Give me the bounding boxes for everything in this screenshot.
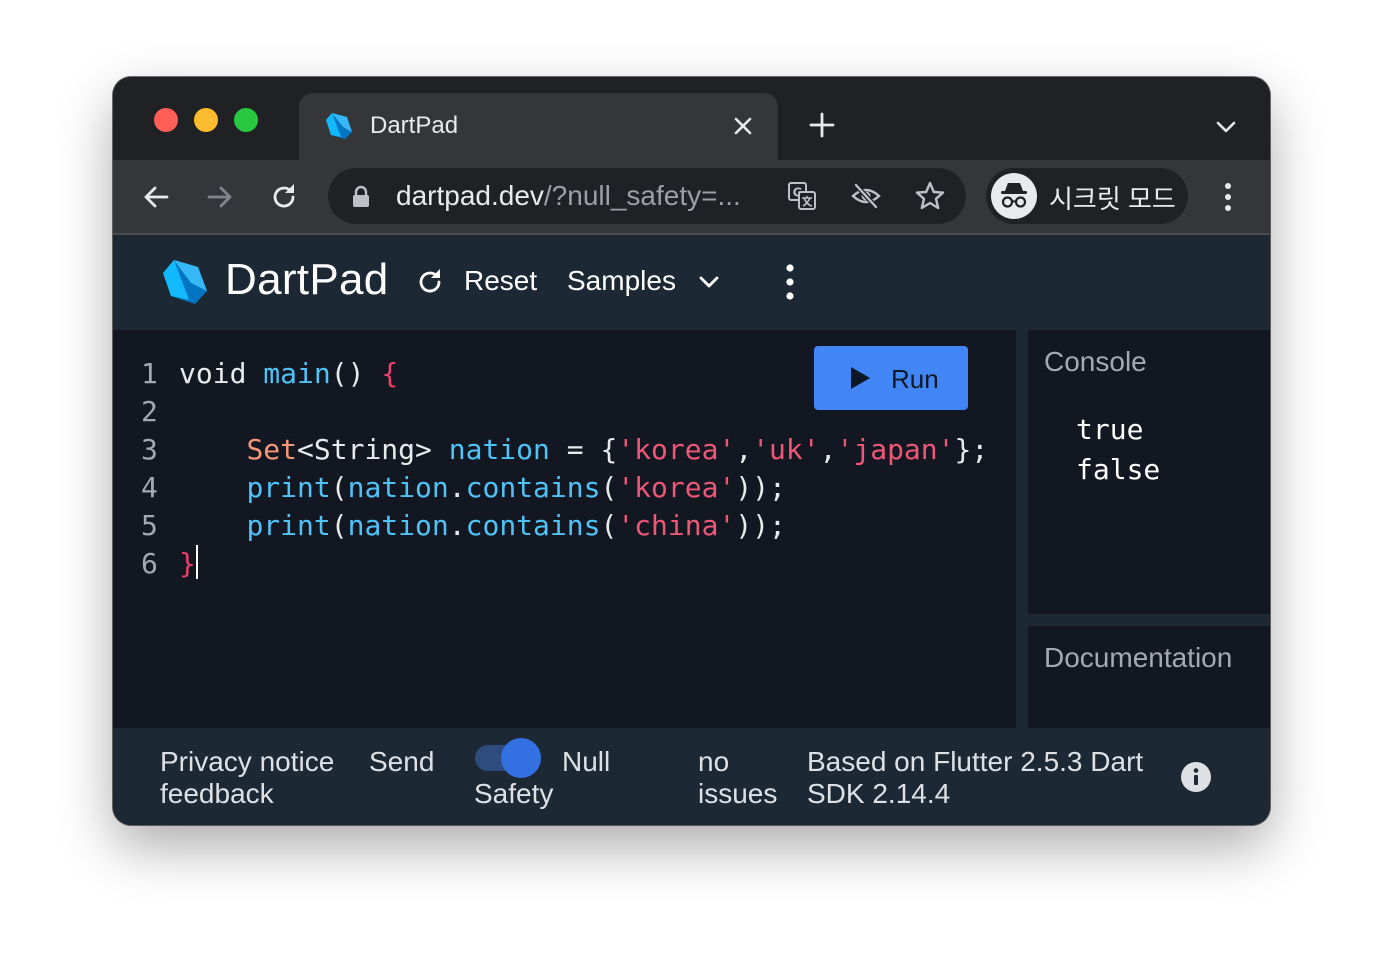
incognito-icon bbox=[991, 173, 1037, 219]
code-token: )); bbox=[735, 471, 786, 504]
more-vert-icon[interactable] bbox=[773, 262, 807, 302]
code-token: , bbox=[819, 433, 837, 466]
console-title: Console bbox=[1044, 346, 1147, 377]
zoom-window-button[interactable] bbox=[234, 108, 258, 132]
code-token: ( bbox=[600, 471, 618, 504]
tab-search-chevron-icon[interactable] bbox=[1213, 114, 1239, 140]
code-token: main bbox=[263, 357, 331, 390]
code-token: ( bbox=[330, 471, 348, 504]
line-number: 6 bbox=[141, 547, 158, 580]
documentation-panel: Documentation bbox=[1028, 626, 1270, 728]
info-icon[interactable] bbox=[1180, 761, 1212, 793]
url-host: dartpad.dev bbox=[396, 180, 544, 211]
code-token: nation bbox=[347, 509, 449, 542]
play-icon bbox=[851, 367, 870, 389]
run-label: Run bbox=[891, 364, 939, 394]
reset-button[interactable]: Reset bbox=[464, 265, 537, 297]
code-token: Set bbox=[246, 433, 298, 466]
toggle-knob bbox=[501, 738, 541, 778]
reload-icon[interactable] bbox=[268, 181, 300, 213]
tab-dartpad[interactable]: DartPad bbox=[299, 93, 778, 160]
code-token: { bbox=[381, 357, 399, 390]
code-editor[interactable]: 1 void main() {2 3 Set<String> nation = {'… bbox=[113, 330, 1016, 728]
console-output: true false bbox=[1076, 413, 1161, 486]
close-tab-icon[interactable] bbox=[731, 114, 755, 138]
code-line-3[interactable]: 3 Set<String> nation = {'korea','uk','ja… bbox=[141, 431, 988, 469]
panel-splitter[interactable] bbox=[1016, 330, 1028, 728]
url-text[interactable]: dartpad.dev/?null_safety=... bbox=[396, 180, 741, 212]
close-window-button[interactable] bbox=[154, 108, 178, 132]
code-token: 'japan' bbox=[836, 433, 955, 466]
code-token: . bbox=[448, 509, 466, 542]
run-button[interactable]: Run bbox=[814, 346, 968, 410]
code-token: nation bbox=[448, 433, 550, 466]
text-cursor bbox=[195, 545, 198, 579]
footer-bar: Privacy notice Send feedback Null Safety… bbox=[113, 728, 1270, 825]
code-token: 'china' bbox=[617, 509, 736, 542]
issues-status[interactable]: no issues bbox=[698, 746, 798, 810]
null-word: Null bbox=[562, 746, 611, 777]
code-token: }; bbox=[954, 433, 989, 466]
url-path: /?null_safety=... bbox=[543, 180, 741, 211]
code-token: ( bbox=[330, 509, 348, 542]
console-panel: Console true false bbox=[1028, 330, 1270, 614]
send-feedback-link[interactable]: Send bbox=[369, 746, 434, 778]
dart-favicon-icon bbox=[326, 113, 352, 139]
lock-icon[interactable] bbox=[350, 184, 372, 208]
address-bar[interactable]: dartpad.dev/?null_safety=... G bbox=[328, 168, 966, 224]
dartpad-app-bar: DartPad Reset Samples bbox=[113, 235, 1270, 330]
code-token: contains bbox=[465, 471, 601, 504]
new-tab-icon[interactable] bbox=[808, 111, 836, 139]
documentation-title: Documentation bbox=[1044, 642, 1233, 673]
code-token: print bbox=[246, 509, 331, 542]
refresh-icon[interactable] bbox=[414, 266, 446, 298]
incognito-label: 시크릿 모드 bbox=[1049, 184, 1176, 214]
code-token: <String> bbox=[297, 433, 432, 466]
code-token: () bbox=[330, 357, 365, 390]
code-token: = bbox=[566, 433, 584, 466]
line-number: 2 bbox=[141, 395, 158, 428]
code-token: ( bbox=[600, 509, 618, 542]
app-title: DartPad bbox=[225, 255, 389, 304]
tab-strip: DartPad bbox=[113, 77, 1270, 160]
code-token: )); bbox=[735, 509, 786, 542]
eye-off-icon[interactable] bbox=[850, 180, 882, 212]
back-arrow-icon[interactable] bbox=[140, 181, 172, 213]
sdk-version-info: Based on Flutter 2.5.3 Dart SDK 2.14.4 bbox=[807, 746, 1144, 809]
code-token: } bbox=[179, 547, 196, 580]
code-line-4[interactable]: 4 print(nation.contains('korea')); bbox=[141, 469, 988, 507]
privacy-notice-link[interactable]: Privacy notice bbox=[160, 746, 360, 778]
null-safety-toggle[interactable] bbox=[473, 738, 545, 778]
tab-title: DartPad bbox=[370, 112, 459, 139]
browser-window: DartPad dartpad.dev/?null_safety=... G 시… bbox=[113, 77, 1270, 825]
code-line-5[interactable]: 5 print(nation.contains('china')); bbox=[141, 507, 988, 545]
code-token: 'korea' bbox=[617, 433, 736, 466]
incognito-indicator[interactable]: 시크릿 모드 bbox=[986, 168, 1188, 224]
code-token: 'uk' bbox=[752, 433, 820, 466]
samples-dropdown[interactable]: Samples bbox=[567, 265, 676, 297]
code-token: contains bbox=[465, 509, 601, 542]
code-token: { bbox=[600, 433, 618, 466]
chevron-down-icon[interactable] bbox=[695, 268, 723, 296]
send-feedback-link-continued[interactable]: feedback bbox=[160, 778, 274, 810]
minimize-window-button[interactable] bbox=[194, 108, 218, 132]
dart-logo-icon bbox=[163, 260, 207, 304]
code-token: , bbox=[735, 433, 753, 466]
translate-icon[interactable]: G bbox=[786, 180, 818, 212]
star-icon[interactable] bbox=[914, 180, 946, 212]
code-token: . bbox=[448, 471, 466, 504]
safety-word: Safety bbox=[474, 778, 554, 809]
line-number: 3 bbox=[141, 433, 158, 466]
code-token: void bbox=[179, 357, 247, 390]
forward-arrow-icon[interactable] bbox=[204, 181, 236, 213]
line-number: 5 bbox=[141, 509, 158, 542]
code-token: nation bbox=[347, 471, 449, 504]
line-number: 1 bbox=[141, 357, 158, 390]
code-line-6[interactable]: 6} bbox=[141, 545, 988, 583]
line-number: 4 bbox=[141, 471, 158, 504]
browser-toolbar: dartpad.dev/?null_safety=... G 시크릿 모드 bbox=[113, 160, 1270, 235]
browser-menu-icon[interactable] bbox=[1213, 180, 1243, 214]
code-token: print bbox=[246, 471, 331, 504]
code-token: 'korea' bbox=[617, 471, 736, 504]
